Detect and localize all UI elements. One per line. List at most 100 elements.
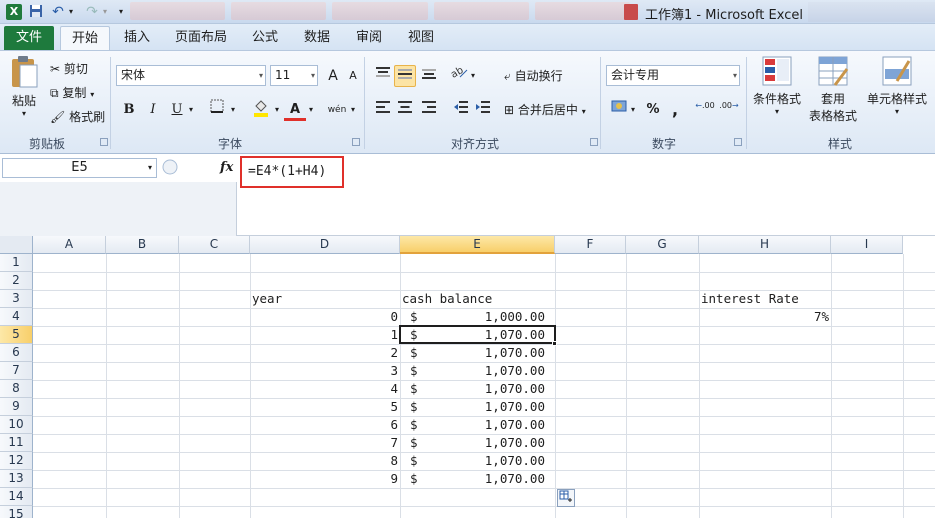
cell-h3-interest-rate-header[interactable]: interest Rate <box>701 290 799 308</box>
align-right-button[interactable] <box>418 99 440 121</box>
column-header-a[interactable]: A <box>33 236 106 254</box>
column-header-c[interactable]: C <box>179 236 250 254</box>
wrap-text-button[interactable]: ⤶ 自动换行 <box>504 66 563 86</box>
row-header-7[interactable]: 7 <box>0 362 33 380</box>
row-header-14[interactable]: 14 <box>0 488 33 506</box>
cell-year[interactable]: 2 <box>250 344 400 362</box>
decrease-indent-button[interactable] <box>450 99 472 121</box>
undo-dropdown-icon[interactable]: ▾ <box>66 4 76 20</box>
grow-font-button[interactable]: A <box>322 65 344 87</box>
font-name-combo[interactable]: 宋体 ▾ <box>116 65 266 86</box>
cell-cash-balance[interactable]: 1,070.00 <box>400 380 547 398</box>
tab-file[interactable]: 文件 <box>4 26 54 50</box>
font-color-dropdown-icon[interactable]: ▾ <box>306 99 316 121</box>
number-format-combo[interactable]: 会计专用 ▾ <box>606 65 740 86</box>
insert-function-icon[interactable]: fx <box>220 160 233 175</box>
cell-cash-balance[interactable]: 1,000.00 <box>400 308 547 326</box>
comma-style-button[interactable]: , <box>664 99 686 121</box>
row-header-1[interactable]: 1 <box>0 254 33 272</box>
row-header-12[interactable]: 12 <box>0 452 33 470</box>
cell-year[interactable]: 7 <box>250 434 400 452</box>
cell-cash-balance[interactable]: 1,070.00 <box>400 416 547 434</box>
tab-formulas[interactable]: 公式 <box>244 26 286 50</box>
row-header-5[interactable]: 5 <box>0 326 33 344</box>
row-header-11[interactable]: 11 <box>0 434 33 452</box>
orientation-dropdown-icon[interactable]: ▾ <box>468 65 478 87</box>
column-header-g[interactable]: G <box>626 236 699 254</box>
font-launcher-icon[interactable] <box>352 138 360 146</box>
cell-year[interactable]: 6 <box>250 416 400 434</box>
number-launcher-icon[interactable] <box>734 138 742 146</box>
select-all-corner[interactable] <box>0 236 33 254</box>
fill-color-dropdown-icon[interactable]: ▾ <box>272 99 282 121</box>
cell-cash-balance[interactable]: 1,070.00 <box>400 344 547 362</box>
row-header-6[interactable]: 6 <box>0 344 33 362</box>
cell-year[interactable]: 0 <box>250 308 400 326</box>
bold-button[interactable]: B <box>118 99 140 121</box>
undo-icon[interactable]: ↶ <box>50 4 66 20</box>
save-icon[interactable] <box>28 4 44 20</box>
column-header-h[interactable]: H <box>699 236 831 254</box>
font-size-combo[interactable]: 11 ▾ <box>270 65 318 86</box>
phonetic-button[interactable]: wén <box>326 99 348 121</box>
phonetic-dropdown-icon[interactable]: ▾ <box>348 99 358 121</box>
percent-style-button[interactable]: % <box>642 99 664 121</box>
row-header-10[interactable]: 10 <box>0 416 33 434</box>
cell-year[interactable]: 4 <box>250 380 400 398</box>
underline-dropdown-icon[interactable]: ▾ <box>186 99 196 121</box>
fill-color-button[interactable] <box>250 99 272 121</box>
cell-year[interactable]: 9 <box>250 470 400 488</box>
row-header-2[interactable]: 2 <box>0 272 33 290</box>
tab-review[interactable]: 审阅 <box>348 26 390 50</box>
orientation-button[interactable]: ab <box>448 65 470 87</box>
tab-insert[interactable]: 插入 <box>116 26 158 50</box>
column-header-i[interactable]: I <box>831 236 903 254</box>
row-header-9[interactable]: 9 <box>0 398 33 416</box>
row-header-15[interactable]: 15 <box>0 506 33 518</box>
name-box[interactable]: E5 ▾ <box>2 158 157 178</box>
cell-cash-balance[interactable]: 1,070.00 <box>400 398 547 416</box>
align-top-button[interactable] <box>372 65 394 87</box>
auto-fill-options-button[interactable] <box>557 489 575 507</box>
shrink-font-button[interactable]: A <box>342 65 364 87</box>
worksheet-grid[interactable]: A B C D E F G H I 1 2 3 4 5 6 7 8 9 10 11 12 13 14 15 year cash b… <box>0 236 935 518</box>
accounting-format-button[interactable] <box>608 99 630 121</box>
align-middle-button[interactable] <box>394 65 416 87</box>
copy-button[interactable]: ⧉ 复制 ▾ <box>50 83 94 103</box>
tab-page-layout[interactable]: 页面布局 <box>168 26 234 50</box>
borders-dropdown-icon[interactable]: ▾ <box>228 99 238 121</box>
cell-cash-balance[interactable]: 1,070.00 <box>400 452 547 470</box>
cell-styles-button[interactable]: 单元格样式 ▾ <box>864 55 930 116</box>
customize-qat-icon[interactable]: ▾ <box>116 4 126 20</box>
increase-indent-button[interactable] <box>472 99 494 121</box>
italic-button[interactable]: I <box>142 99 164 121</box>
row-header-3[interactable]: 3 <box>0 290 33 308</box>
formula-bar-splitter-icon[interactable] <box>160 156 180 178</box>
clipboard-launcher-icon[interactable] <box>100 138 108 146</box>
accounting-dropdown-icon[interactable]: ▾ <box>628 99 638 121</box>
row-header-4[interactable]: 4 <box>0 308 33 326</box>
cell-e3-cash-balance-header[interactable]: cash balance <box>402 290 492 308</box>
redo-icon[interactable]: ↷ <box>84 4 100 20</box>
borders-button[interactable] <box>206 99 228 121</box>
conditional-formatting-button[interactable]: 条件格式 ▾ <box>750 55 804 116</box>
column-header-b[interactable]: B <box>106 236 179 254</box>
font-color-button[interactable]: A <box>284 99 306 121</box>
cell-year[interactable]: 8 <box>250 452 400 470</box>
column-header-d[interactable]: D <box>250 236 400 254</box>
formula-input[interactable]: =E4*(1+H4) <box>240 156 344 188</box>
alignment-launcher-icon[interactable] <box>590 138 598 146</box>
column-header-f[interactable]: F <box>555 236 626 254</box>
cell-h4-interest-rate[interactable]: 7% <box>699 308 831 326</box>
cell-year[interactable]: 1 <box>250 326 400 344</box>
tab-view[interactable]: 视图 <box>400 26 442 50</box>
cell-cash-balance[interactable]: 1,070.00 <box>400 434 547 452</box>
align-center-button[interactable] <box>394 99 416 121</box>
row-header-13[interactable]: 13 <box>0 470 33 488</box>
decrease-decimal-button[interactable]: .00→ <box>718 99 740 121</box>
align-left-button[interactable] <box>372 99 394 121</box>
cell-cash-balance[interactable]: 1,070.00 <box>400 470 547 488</box>
underline-button[interactable]: U <box>166 99 188 121</box>
row-header-8[interactable]: 8 <box>0 380 33 398</box>
cell-year[interactable]: 3 <box>250 362 400 380</box>
